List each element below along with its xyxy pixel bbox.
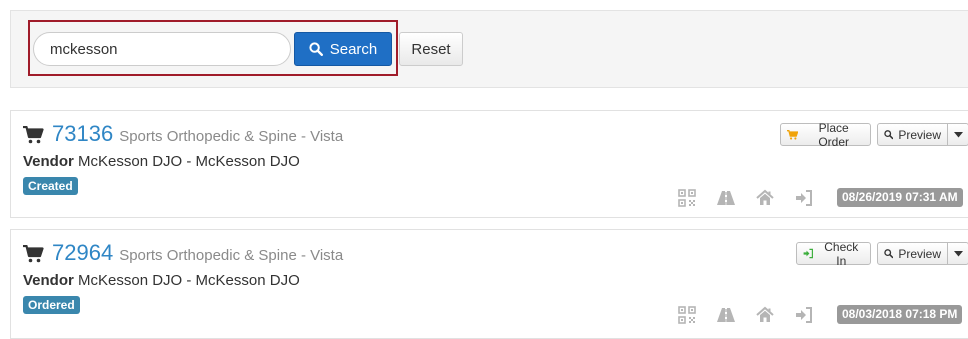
order-number-link[interactable]: 73136 [52,121,113,147]
search-button[interactable]: Search [294,32,392,66]
vendor-label: Vendor [23,153,74,170]
order-number-link[interactable]: 72964 [52,240,113,266]
search-button-label: Search [329,40,378,58]
vendor-line: Vendor McKesson DJO - McKesson DJO [23,272,300,289]
order-card: 73136 Sports Orthopedic & Spine - Vista … [10,110,968,218]
home-icon[interactable] [756,189,774,207]
sign-in-icon[interactable] [795,306,813,324]
caret-down-icon [953,131,963,137]
search-input[interactable] [33,32,291,66]
status-badge: Ordered [23,296,80,314]
caret-down-icon [953,250,963,256]
preview-dropdown-button[interactable] [947,123,968,146]
order-location: Sports Orthopedic & Spine - Vista [119,128,344,145]
order-location: Sports Orthopedic & Spine - Vista [119,247,344,264]
preview-button[interactable]: Preview [877,123,948,146]
road-icon[interactable] [717,189,735,207]
sign-in-icon [803,248,813,259]
status-badge: Created [23,177,78,195]
place-order-label: Place Order [818,120,850,149]
vendor-label: Vendor [23,272,74,289]
preview-label: Preview [898,127,941,142]
sign-in-icon[interactable] [795,189,813,207]
preview-dropdown-button[interactable] [947,242,968,265]
road-icon[interactable] [717,306,735,324]
qr-code-icon[interactable] [678,306,696,324]
shopping-cart-icon [23,126,44,144]
date-badge: 08/26/2019 07:31 AM [837,188,963,207]
search-icon [884,130,894,140]
vendor-name: McKesson DJO - McKesson DJO [78,272,300,289]
reset-button[interactable]: Reset [399,32,463,66]
order-header: 72964 Sports Orthopedic & Spine - Vista [23,240,343,266]
qr-code-icon[interactable] [678,189,696,207]
vendor-line: Vendor McKesson DJO - McKesson DJO [23,153,300,170]
place-order-button[interactable]: Place Order [780,120,871,149]
date-badge: 08/03/2018 07:18 PM [837,305,963,324]
order-header: 73136 Sports Orthopedic & Spine - Vista [23,121,343,147]
search-icon [309,42,323,56]
check-in-label: Check In [824,239,859,268]
search-icon [884,249,894,259]
home-icon[interactable] [756,306,774,324]
order-card: 72964 Sports Orthopedic & Spine - Vista … [10,229,968,339]
vendor-name: McKesson DJO - McKesson DJO [78,153,300,170]
preview-label: Preview [898,246,941,261]
preview-button[interactable]: Preview [877,242,948,265]
shopping-cart-icon [787,129,799,140]
shopping-cart-icon [23,245,44,263]
check-in-button[interactable]: Check In [796,239,871,268]
